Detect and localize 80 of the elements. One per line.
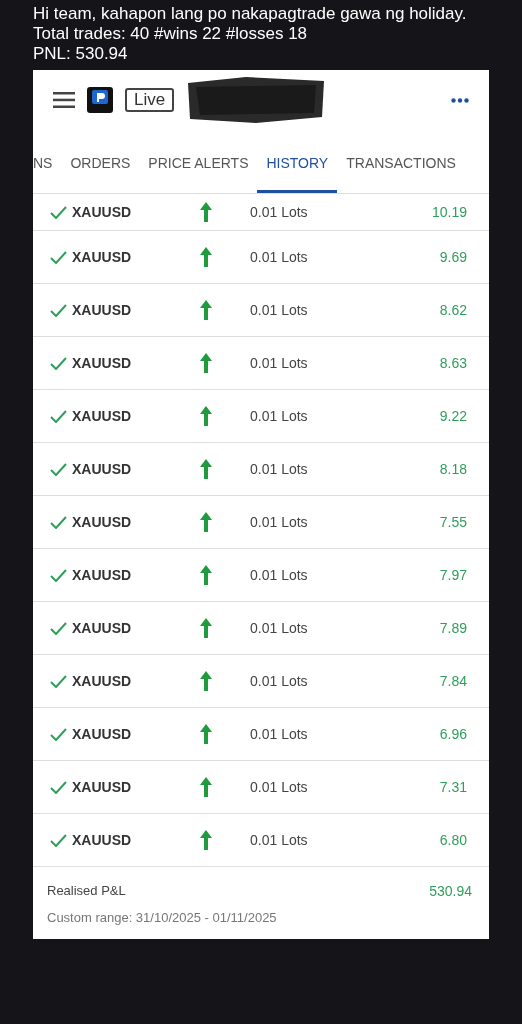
- tab[interactable]: PRICE ALERTS: [139, 153, 258, 193]
- lots-text: 0.01 Lots: [250, 202, 308, 222]
- check-icon: [50, 674, 67, 688]
- symbol-text: XAUUSD: [72, 671, 133, 691]
- profit-value: 7.31: [439, 777, 467, 797]
- profit-value: 7.55: [439, 512, 467, 532]
- profit-value: 7.84: [439, 671, 467, 691]
- check-icon: [50, 780, 67, 794]
- lots-text: 0.01 Lots: [250, 565, 308, 585]
- symbol-text: XAUUSD: [72, 300, 133, 320]
- symbol-text: XAUUSD: [72, 830, 133, 850]
- app-logo-icon: [87, 87, 113, 113]
- lots-text: 0.01 Lots: [250, 618, 308, 638]
- lots-text: 0.01 Lots: [250, 724, 308, 744]
- lots-text: 0.01 Lots: [250, 300, 308, 320]
- more-icon[interactable]: [451, 97, 469, 103]
- tab[interactable]: NS: [33, 153, 62, 193]
- profit-value: 8.18: [439, 459, 467, 479]
- check-icon: [50, 409, 67, 423]
- up-arrow-icon: [200, 406, 212, 426]
- symbol-text: XAUUSD: [72, 202, 133, 222]
- up-arrow-icon: [200, 247, 212, 267]
- lots-text: 0.01 Lots: [250, 459, 308, 479]
- tab[interactable]: HISTORY: [257, 153, 338, 193]
- message-text: Total trades: 40 #wins 22 #losses 18: [33, 24, 309, 44]
- symbol-text: XAUUSD: [72, 247, 133, 267]
- symbol-text: XAUUSD: [72, 618, 133, 638]
- symbol-text: XAUUSD: [72, 512, 133, 532]
- lots-text: 0.01 Lots: [250, 512, 308, 532]
- symbol-text: XAUUSD: [72, 353, 133, 373]
- profit-value: 8.63: [439, 353, 467, 373]
- date-range-text: Custom range: 31/10/2025 - 01/11/2025: [47, 909, 278, 927]
- profit-value: 8.62: [439, 300, 467, 320]
- up-arrow-icon: [200, 459, 212, 479]
- symbol-text: XAUUSD: [72, 459, 133, 479]
- check-icon: [50, 621, 67, 635]
- check-icon: [50, 727, 67, 741]
- profit-value: 10.19: [431, 202, 467, 222]
- lots-text: 0.01 Lots: [250, 247, 308, 267]
- symbol-text: XAUUSD: [72, 565, 133, 585]
- symbol-text: XAUUSD: [72, 777, 133, 797]
- lots-text: 0.01 Lots: [250, 406, 308, 426]
- check-icon: [50, 205, 67, 219]
- up-arrow-icon: [200, 300, 212, 320]
- up-arrow-icon: [200, 512, 212, 532]
- check-icon: [50, 462, 67, 476]
- profit-value: 9.22: [439, 406, 467, 426]
- lots-text: 0.01 Lots: [250, 830, 308, 850]
- profit-value: 6.80: [439, 830, 467, 850]
- check-icon: [50, 356, 67, 370]
- profit-value: 7.89: [439, 618, 467, 638]
- up-arrow-icon: [200, 202, 212, 222]
- menu-icon[interactable]: [53, 92, 75, 108]
- message-text: Hi team, kahapon lang po nakapagtrade gawa ng holiday.: [33, 4, 468, 24]
- check-icon: [50, 568, 67, 582]
- lots-text: 0.01 Lots: [250, 777, 308, 797]
- up-arrow-icon: [200, 618, 212, 638]
- check-icon: [50, 833, 67, 847]
- summary-label: Realised P&L: [47, 882, 126, 900]
- lots-text: 0.01 Lots: [250, 353, 308, 373]
- account-badge: Live: [125, 88, 175, 112]
- message-text: PNL: 530.94: [33, 44, 129, 64]
- check-icon: [50, 515, 67, 529]
- up-arrow-icon: [200, 565, 212, 585]
- tab[interactable]: TRANSACTIONS: [337, 153, 465, 193]
- up-arrow-icon: [200, 830, 212, 850]
- symbol-text: XAUUSD: [72, 724, 133, 744]
- summary-value: 530.94: [429, 882, 472, 901]
- profit-value: 7.97: [439, 565, 467, 585]
- up-arrow-icon: [200, 724, 212, 744]
- up-arrow-icon: [200, 777, 212, 797]
- check-icon: [50, 303, 67, 317]
- tab[interactable]: ORDERS: [61, 153, 140, 193]
- profit-value: 6.96: [439, 724, 467, 744]
- symbol-text: XAUUSD: [72, 406, 133, 426]
- up-arrow-icon: [200, 353, 212, 373]
- check-icon: [50, 250, 67, 264]
- lots-text: 0.01 Lots: [250, 671, 308, 691]
- up-arrow-icon: [200, 671, 212, 691]
- profit-value: 9.69: [439, 247, 467, 267]
